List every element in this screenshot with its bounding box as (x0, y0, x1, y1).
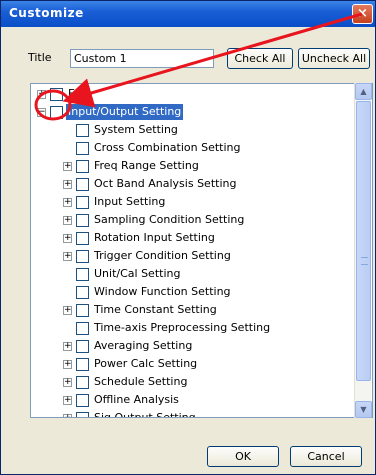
tree-item-label: Cross Combination Setting (94, 141, 241, 154)
expand-icon[interactable]: + (63, 378, 72, 387)
window-title: Customize (9, 6, 84, 20)
tree-checkbox[interactable] (76, 142, 89, 155)
tree-row[interactable]: + Sig Output Setting (31, 409, 355, 418)
chevron-down-icon: ▼ (360, 405, 367, 414)
tree-item-label: Sig Output Setting (94, 411, 196, 418)
customize-dialog: Customize × Title Check All Uncheck All … (0, 0, 376, 475)
tree-item-label: Freq Range Setting (94, 159, 199, 172)
collapse-icon[interactable]: − (37, 108, 46, 117)
scroll-up-button[interactable]: ▲ (355, 83, 372, 100)
tree-checkbox[interactable] (76, 304, 89, 317)
expand-icon[interactable]: + (63, 360, 72, 369)
tree-checkbox[interactable] (76, 232, 89, 245)
tree-row[interactable]: + Oct Band Analysis Setting (31, 175, 355, 193)
tree-item-label: Time Constant Setting (94, 303, 217, 316)
tree-row[interactable]: + Edit (31, 85, 355, 103)
chevron-up-icon: ▲ (360, 87, 367, 96)
title-label: Title (28, 51, 52, 64)
tree-row[interactable]: + Trigger Condition Setting (31, 247, 355, 265)
close-icon: × (357, 6, 368, 21)
tree-item-label: Power Calc Setting (94, 357, 198, 370)
tree-item-label: Averaging Setting (94, 339, 193, 352)
tree-item-label: Oct Band Analysis Setting (94, 177, 237, 190)
tree-row[interactable]: Cross Combination Setting (31, 139, 355, 157)
tree-item-label: Rotation Input Setting (94, 231, 215, 244)
tree-row[interactable]: + Rotation Input Setting (31, 229, 355, 247)
tree-item-label: Trigger Condition Setting (94, 249, 231, 262)
tree-item-label: Offline Analysis (94, 393, 179, 406)
tree-row[interactable]: + Time Constant Setting (31, 301, 355, 319)
tree-item-label: Sampling Condition Setting (94, 213, 245, 226)
expand-icon[interactable]: + (63, 180, 72, 189)
expand-icon[interactable]: + (63, 234, 72, 243)
tree-checkbox[interactable] (76, 412, 89, 417)
tree-checkbox[interactable] (76, 196, 89, 209)
expand-icon[interactable]: + (63, 396, 72, 405)
expand-icon[interactable]: + (63, 306, 72, 315)
expand-icon[interactable]: + (63, 198, 72, 207)
tree-row[interactable]: System Setting (31, 121, 355, 139)
tree-checkbox[interactable] (76, 358, 89, 371)
close-button[interactable]: × (352, 4, 373, 24)
tree-checkbox[interactable] (76, 376, 89, 389)
ok-button[interactable]: OK (207, 446, 279, 467)
tree-row[interactable]: + Freq Range Setting (31, 157, 355, 175)
tree-item-label: Edit (68, 87, 90, 100)
tree-checkbox[interactable] (76, 322, 89, 335)
title-bar[interactable]: Customize × (1, 1, 375, 27)
tree-checkbox[interactable] (76, 268, 89, 281)
tree-row[interactable]: + Averaging Setting (31, 337, 355, 355)
expand-icon[interactable]: + (63, 342, 72, 351)
tree-checkbox[interactable] (76, 178, 89, 191)
tree-row[interactable]: Time-axis Preprocessing Setting (31, 319, 355, 337)
tree-checkbox[interactable] (76, 250, 89, 263)
tree-checkbox[interactable] (76, 394, 89, 407)
tree-item-label: Window Function Setting (94, 285, 231, 298)
expand-icon[interactable]: + (37, 90, 46, 99)
title-input[interactable] (70, 49, 214, 68)
tree-row[interactable]: + Schedule Setting (31, 373, 355, 391)
tree-checkbox[interactable] (76, 124, 89, 137)
expand-icon[interactable]: + (63, 252, 72, 261)
expand-icon[interactable]: + (63, 162, 72, 171)
tree-row[interactable]: + Power Calc Setting (31, 355, 355, 373)
uncheck-all-button[interactable]: Uncheck All (298, 48, 370, 69)
tree-row[interactable]: + Sampling Condition Setting (31, 211, 355, 229)
expand-icon[interactable]: + (63, 414, 72, 417)
tree-item-label: Input Setting (94, 195, 166, 208)
cancel-button[interactable]: Cancel (290, 446, 362, 467)
tree-checkbox[interactable] (76, 340, 89, 353)
tree-item-label: Input/Output Setting (66, 104, 184, 120)
tree-item-label: Unit/Cal Setting (94, 267, 181, 280)
scroll-thumb[interactable] (356, 101, 371, 381)
tree-row[interactable]: − Input/Output Setting (31, 103, 355, 121)
tree-checkbox[interactable] (76, 160, 89, 173)
tree-item-label: Schedule Setting (94, 375, 188, 388)
grip-icon (361, 257, 368, 265)
tree-item-label: Time-axis Preprocessing Setting (94, 321, 271, 334)
check-all-button[interactable]: Check All (227, 48, 293, 69)
tree-item-label: System Setting (94, 123, 178, 136)
settings-tree[interactable]: + Edit − Input/Output Setting System Setting… (30, 83, 373, 418)
tree-row[interactable]: + Input Setting (31, 193, 355, 211)
tree-row[interactable]: Unit/Cal Setting (31, 265, 355, 283)
tree-scrollbar[interactable]: ▲ ▼ (354, 83, 372, 418)
tree-checkbox[interactable] (76, 286, 89, 299)
tree-checkbox[interactable] (76, 214, 89, 227)
tree-checkbox[interactable] (50, 106, 63, 119)
tree-row[interactable]: + Offline Analysis (31, 391, 355, 409)
scroll-down-button[interactable]: ▼ (355, 401, 372, 418)
tree-row[interactable]: Window Function Setting (31, 283, 355, 301)
expand-icon[interactable]: + (63, 216, 72, 225)
tree-checkbox[interactable] (50, 88, 63, 101)
